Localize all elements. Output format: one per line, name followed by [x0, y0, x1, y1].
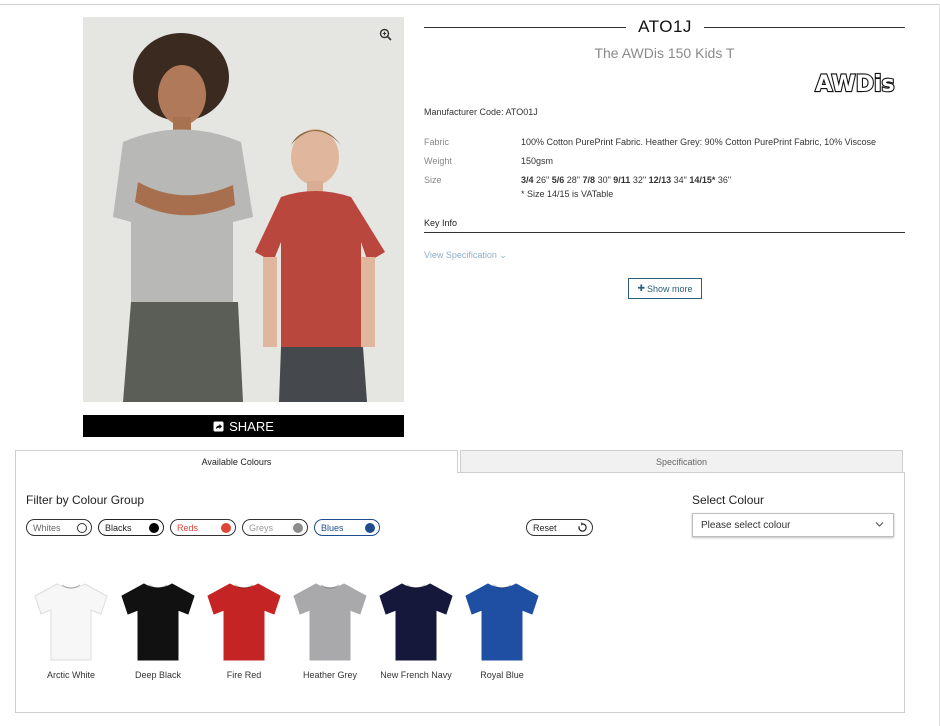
- spec-key-fabric: Fabric: [424, 137, 450, 147]
- share-label: SHARE: [229, 418, 274, 434]
- product-name: The AWDis 150 Kids T: [594, 45, 735, 61]
- colour-swatch[interactable]: Heather Grey: [290, 580, 370, 680]
- colour-swatch-label: New French Navy: [380, 670, 452, 680]
- colour-swatch[interactable]: Royal Blue: [462, 580, 542, 680]
- tab-available-colours[interactable]: Available Colours: [15, 450, 458, 473]
- chevron-down-icon: [875, 522, 884, 527]
- manufacturer-code: Manufacturer Code: ATO01J: [424, 107, 538, 117]
- chip-label: Blues: [321, 522, 344, 533]
- tshirt-icon: [379, 583, 453, 661]
- filter-chip-reds[interactable]: Reds: [170, 519, 236, 536]
- filter-chip-blues[interactable]: Blues: [314, 519, 380, 536]
- zoom-icon[interactable]: [378, 27, 394, 43]
- view-specification-link[interactable]: View Specification ⌄: [424, 250, 507, 261]
- size-chest: 32": [632, 175, 647, 185]
- colour-swatch-label: Fire Red: [226, 670, 262, 680]
- brand-logo-text: AWDis: [815, 72, 894, 97]
- filter-heading: Filter by Colour Group: [26, 493, 145, 507]
- spec-value-weight: 150gsm: [521, 156, 554, 166]
- colour-select-value: Please select colour: [701, 519, 791, 531]
- panel-top-border: [458, 472, 905, 473]
- top-divider: [0, 4, 940, 5]
- colour-dot-icon: [293, 523, 303, 533]
- product-photo-illustration: [83, 17, 404, 402]
- tshirt-icon: [121, 583, 195, 661]
- show-more-label: Show more: [647, 283, 693, 294]
- show-more-button[interactable]: ✚ Show more: [628, 278, 702, 299]
- colour-select[interactable]: Please select colour: [692, 513, 894, 537]
- filter-chip-greys[interactable]: Greys: [242, 519, 308, 536]
- reset-filter-button[interactable]: Reset: [526, 519, 593, 536]
- tshirt-icon: [34, 583, 108, 661]
- size-chest: 34": [673, 175, 687, 185]
- key-info-divider: [424, 232, 905, 233]
- chip-label: Blacks: [105, 522, 132, 533]
- colour-swatch-label: Deep Black: [134, 670, 182, 680]
- tshirt-icon: [293, 583, 367, 661]
- chip-label: Whites: [33, 522, 61, 533]
- select-colour-heading: Select Colour: [692, 493, 765, 507]
- tshirt-icon: [207, 583, 281, 661]
- tshirt-icon: [465, 583, 539, 661]
- colour-swatch[interactable]: New French Navy: [376, 580, 456, 680]
- colour-dot-icon: [149, 523, 159, 533]
- key-info-heading: Key Info: [424, 218, 458, 228]
- filter-chip-blacks[interactable]: Blacks: [98, 519, 164, 536]
- share-icon: [213, 421, 224, 431]
- spec-value-sizes: 3/4 26" 5/6 28" 7/8 30" 9/11 32" 12/13 3…: [521, 175, 731, 185]
- title-rule-right: [704, 27, 905, 28]
- colour-swatch[interactable]: Deep Black: [118, 580, 198, 680]
- spec-key-size: Size: [424, 175, 442, 185]
- colour-dot-icon: [77, 523, 87, 533]
- plus-icon: ✚: [637, 283, 645, 293]
- chip-label: Reds: [177, 522, 199, 533]
- vat-note: * Size 14/15 is VATable: [521, 189, 614, 199]
- size-chest: 30": [597, 175, 611, 185]
- chip-label: Greys: [249, 522, 274, 533]
- colour-dot-icon: [221, 523, 231, 533]
- size-label: 3/4: [521, 175, 534, 185]
- size-chest: 26": [536, 175, 550, 185]
- size-label: 9/11: [613, 175, 631, 185]
- colour-swatch-label: Heather Grey: [302, 670, 358, 680]
- colour-swatch-label: Arctic White: [46, 670, 95, 680]
- size-chest: 28": [566, 175, 581, 185]
- filter-chip-whites[interactable]: Whites: [26, 519, 92, 536]
- brand-logo: AWDis: [814, 71, 895, 98]
- spec-value-fabric: 100% Cotton PurePrint Fabric. Heather Gr…: [521, 137, 876, 147]
- share-button[interactable]: SHARE: [83, 415, 404, 437]
- reset-icon: [578, 522, 587, 532]
- reset-label: Reset: [533, 522, 557, 533]
- product-photo[interactable]: [83, 17, 404, 402]
- colour-swatch-label: Royal Blue: [480, 670, 524, 680]
- colour-dot-icon: [365, 523, 375, 533]
- size-label: 14/15*: [689, 175, 716, 185]
- colour-swatch[interactable]: Fire Red: [204, 580, 284, 680]
- tab-specification[interactable]: Specification: [460, 450, 903, 473]
- spec-key-weight: Weight: [424, 156, 452, 166]
- size-label: 12/13: [648, 175, 672, 185]
- size-label: 5/6: [551, 175, 565, 185]
- title-rule-left: [424, 27, 626, 28]
- size-label: 7/8: [582, 175, 596, 185]
- size-chest: 36": [717, 175, 732, 185]
- colour-swatch[interactable]: Arctic White: [31, 580, 111, 680]
- product-code: ATO1J: [638, 17, 692, 36]
